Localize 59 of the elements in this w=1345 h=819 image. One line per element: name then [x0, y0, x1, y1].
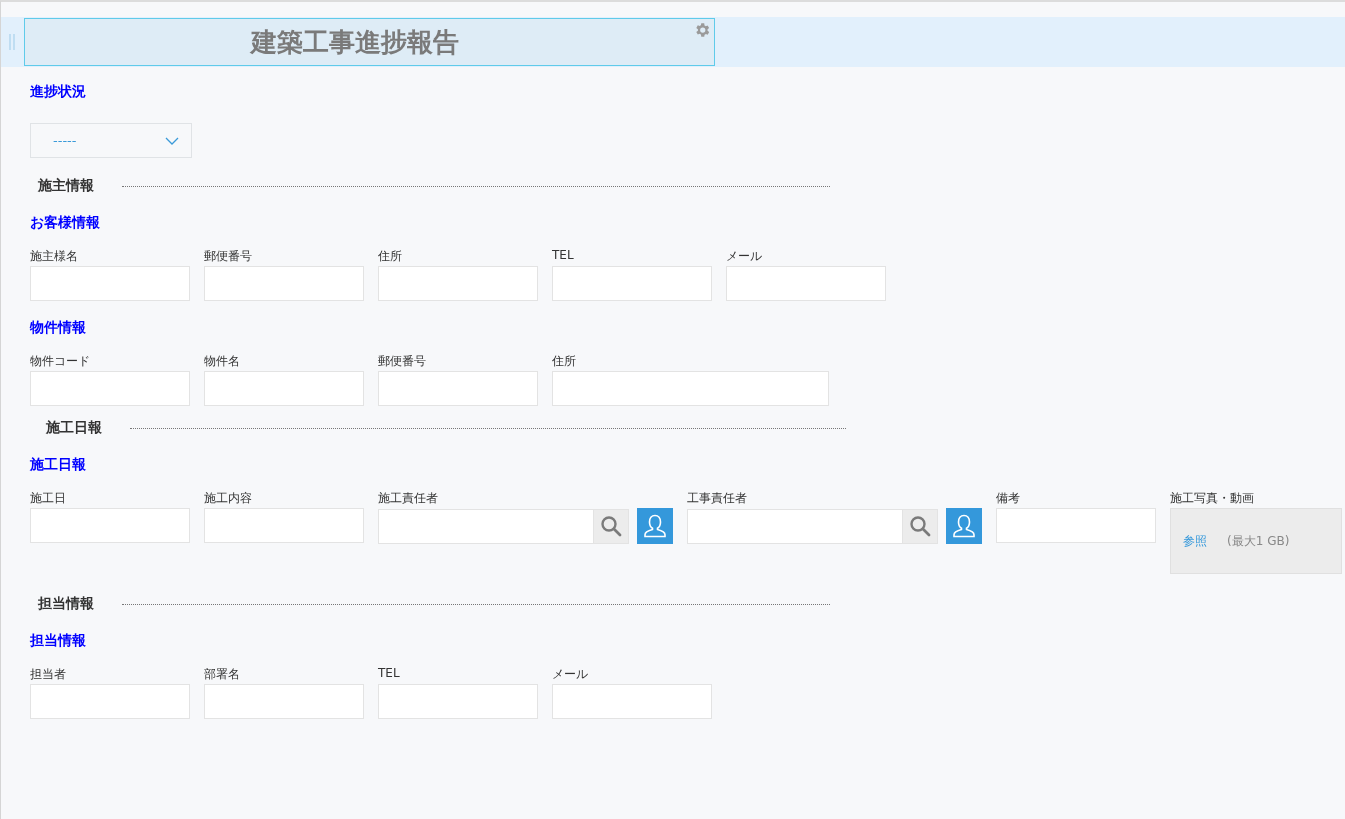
- field-label: 備考: [996, 490, 1021, 507]
- field-group-label: 進捗状況: [30, 83, 87, 101]
- section-heading: 施主情報: [38, 177, 94, 195]
- user-select-button[interactable]: [637, 508, 673, 544]
- text-input[interactable]: [30, 508, 190, 543]
- field-label: 工事責任者: [687, 490, 748, 507]
- field-label: メール: [552, 666, 589, 683]
- text-input[interactable]: [552, 266, 712, 301]
- user-select-button[interactable]: [946, 508, 982, 544]
- text-input[interactable]: [204, 684, 364, 719]
- text-input[interactable]: [378, 371, 538, 406]
- field-label: 物件コード: [30, 353, 91, 370]
- search-button[interactable]: [594, 508, 629, 544]
- text-input[interactable]: [996, 508, 1156, 543]
- file-size-note: (最大1 GB): [1227, 532, 1290, 550]
- section-heading: 担当情報: [38, 595, 94, 613]
- field-group-label: 物件情報: [30, 319, 87, 337]
- search-button[interactable]: [903, 508, 938, 544]
- text-input[interactable]: [30, 266, 190, 301]
- field-label: 住所: [378, 248, 403, 265]
- form-title: 建築工事進捗報告: [250, 25, 459, 59]
- field-label: 担当者: [30, 666, 67, 683]
- status-dropdown[interactable]: -----: [30, 123, 192, 158]
- text-input[interactable]: [378, 266, 538, 301]
- user-input[interactable]: [687, 508, 903, 544]
- field-group-label: 担当情報: [30, 632, 87, 650]
- field-label: 物件名: [204, 353, 241, 370]
- field-label: 施工写真・動画: [1170, 490, 1255, 507]
- field-label: TEL: [552, 248, 575, 264]
- text-input[interactable]: [204, 266, 364, 301]
- search-icon: [909, 515, 931, 537]
- text-input[interactable]: [30, 684, 190, 719]
- person-icon: [951, 513, 977, 539]
- search-icon: [600, 515, 622, 537]
- field-label: 施主様名: [30, 248, 79, 265]
- section-heading: 施工日報: [46, 419, 102, 437]
- text-input[interactable]: [378, 684, 538, 719]
- text-input[interactable]: [726, 266, 886, 301]
- text-input[interactable]: [552, 684, 712, 719]
- drag-handle-icon[interactable]: [9, 34, 15, 50]
- field-label: 住所: [552, 353, 577, 370]
- person-icon: [642, 513, 668, 539]
- browse-link[interactable]: 参照: [1183, 532, 1207, 550]
- field-label: TEL: [378, 666, 401, 682]
- field-label: メール: [726, 248, 763, 265]
- field-label: 施工責任者: [378, 490, 439, 507]
- text-input[interactable]: [204, 371, 364, 406]
- chevron-down-icon: [165, 136, 179, 145]
- field-group-label: お客様情報: [30, 214, 101, 232]
- field-label: 部署名: [204, 666, 241, 683]
- text-input[interactable]: [30, 371, 190, 406]
- text-input[interactable]: [552, 371, 829, 406]
- user-input[interactable]: [378, 508, 594, 544]
- field-label: 施工日: [30, 490, 67, 507]
- field-label: 施工内容: [204, 490, 253, 507]
- field-label: 郵便番号: [204, 248, 253, 265]
- text-input[interactable]: [204, 508, 364, 543]
- field-group-label: 施工日報: [30, 456, 87, 474]
- field-label: 郵便番号: [378, 353, 427, 370]
